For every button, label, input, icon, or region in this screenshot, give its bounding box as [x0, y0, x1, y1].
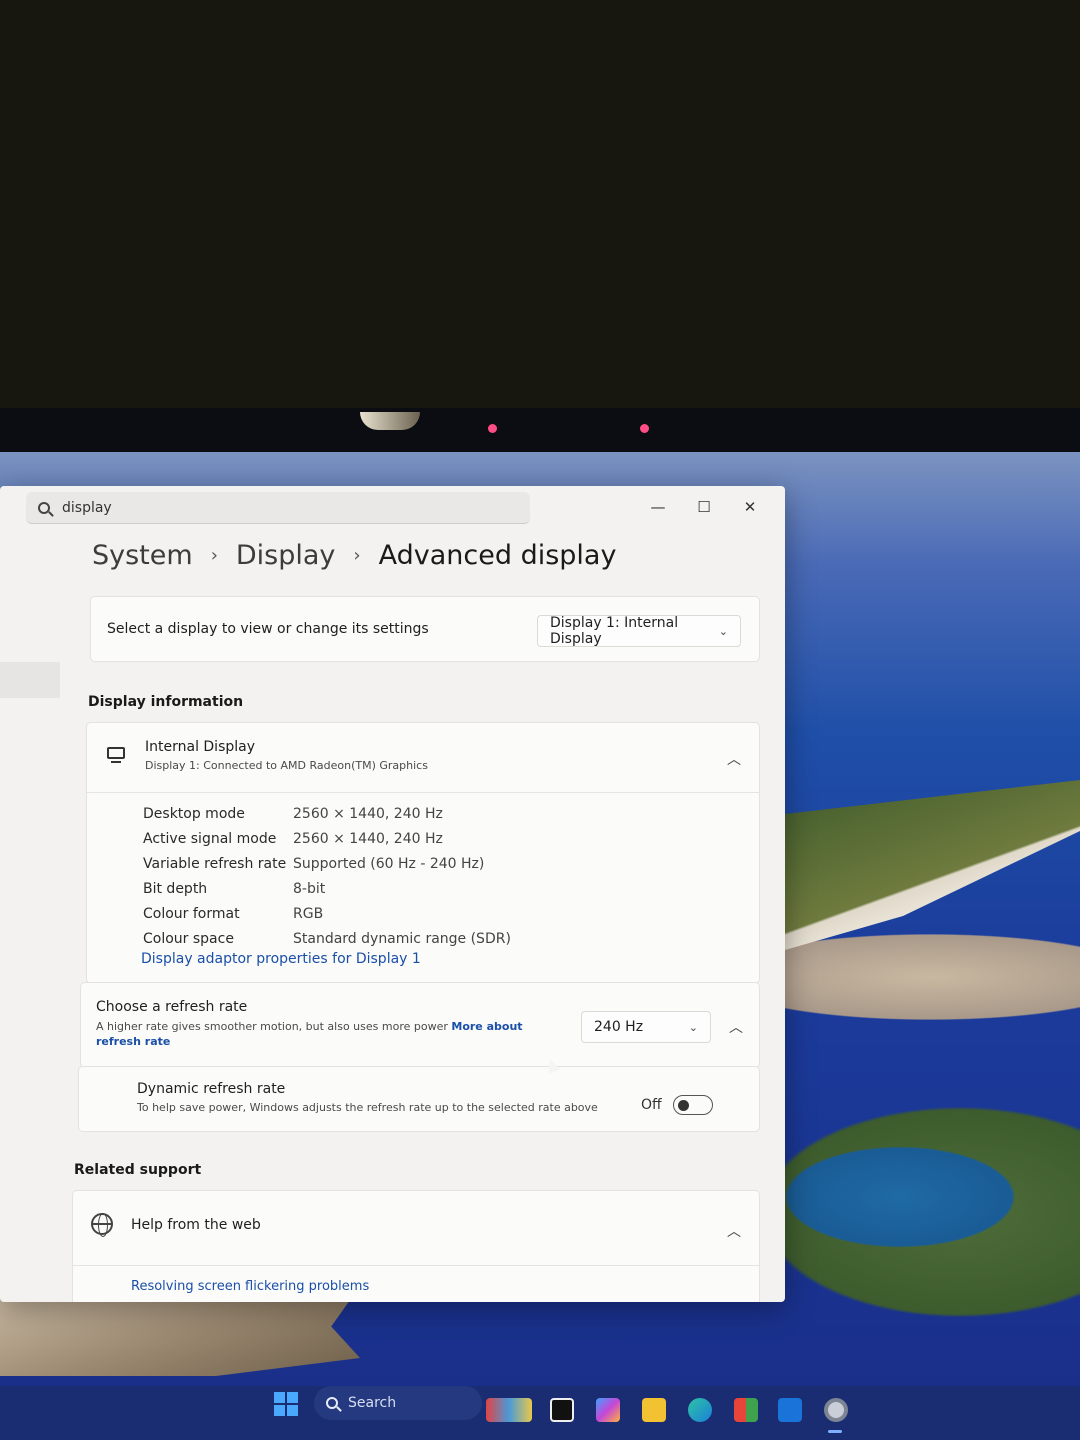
- active-app-indicator: [828, 1430, 842, 1433]
- monitor-icon: [107, 747, 125, 763]
- info-value: Standard dynamic range (SDR): [293, 930, 511, 947]
- monitor-bezel-top: [0, 0, 1080, 408]
- widgets-icon[interactable]: [486, 1398, 532, 1422]
- display-information-card: Internal Display Display 1: Connected to…: [86, 722, 760, 984]
- chevron-down-icon: ⌄: [718, 624, 728, 638]
- camera-indicator-light: [488, 424, 497, 433]
- nav-pane-highlight: [0, 662, 60, 698]
- info-key: Variable refresh rate: [143, 855, 287, 872]
- settings-icon[interactable]: [824, 1398, 848, 1422]
- info-key: Active signal mode: [143, 830, 277, 847]
- search-icon: [38, 501, 50, 514]
- display-name: Internal Display: [145, 739, 256, 755]
- start-icon[interactable]: [274, 1392, 298, 1416]
- chevron-up-icon[interactable]: ︿: [729, 1017, 743, 1037]
- display-information-rows: Desktop mode 2560 × 1440, 240 Hz Active …: [143, 801, 511, 951]
- display-select-value: Display 1: Internal Display: [550, 615, 679, 647]
- file-explorer-icon[interactable]: [642, 1398, 666, 1422]
- divider: [73, 1265, 759, 1266]
- info-value: Supported (60 Hz - 240 Hz): [293, 855, 485, 872]
- taskbar: Search: [0, 1386, 1080, 1440]
- taskbar-search[interactable]: Search: [314, 1386, 482, 1420]
- taskbar-search-label: Search: [348, 1395, 397, 1411]
- info-row: Bit depth 8-bit: [143, 876, 511, 901]
- info-key: Bit depth: [143, 880, 208, 897]
- display-information-heading: Display information: [88, 694, 244, 710]
- chevron-right-icon: ›: [210, 545, 218, 566]
- info-row: Colour space Standard dynamic range (SDR…: [143, 926, 511, 951]
- refresh-rate-description-block: A higher rate gives smoother motion, but…: [96, 1019, 566, 1049]
- breadcrumb: System › Display › Advanced display: [92, 540, 616, 571]
- settings-search-box[interactable]: display: [26, 492, 530, 524]
- search-icon: [326, 1397, 338, 1409]
- window-controls: — ☐ ✕: [635, 492, 773, 522]
- search-input[interactable]: display: [62, 500, 112, 516]
- chevron-right-icon: ›: [353, 545, 361, 566]
- dynamic-refresh-description: To help save power, Windows adjusts the …: [137, 1101, 598, 1114]
- select-display-label: Select a display to view or change its s…: [107, 621, 429, 637]
- info-value: 2560 × 1440, 240 Hz: [293, 805, 443, 822]
- edge-icon[interactable]: [688, 1398, 712, 1422]
- store-icon[interactable]: [734, 1398, 758, 1422]
- minimize-button[interactable]: —: [635, 492, 681, 522]
- related-support-heading: Related support: [74, 1162, 202, 1178]
- breadcrumb-system[interactable]: System: [92, 540, 193, 571]
- info-value: RGB: [293, 905, 324, 922]
- refresh-rate-card: Choose a refresh rate A higher rate give…: [80, 982, 760, 1068]
- dynamic-refresh-title: Dynamic refresh rate: [137, 1081, 286, 1097]
- display-adaptor-properties-link[interactable]: Display adaptor properties for Display 1: [141, 951, 421, 967]
- display-connection: Display 1: Connected to AMD Radeon(TM) G…: [145, 759, 428, 772]
- toggle-knob: [678, 1099, 689, 1111]
- dynamic-refresh-card: Dynamic refresh rate To help save power,…: [78, 1066, 760, 1132]
- display-information-header[interactable]: Internal Display Display 1: Connected to…: [87, 723, 759, 793]
- info-row: Variable refresh rate Supported (60 Hz -…: [143, 851, 511, 876]
- globe-icon: [91, 1213, 113, 1237]
- laptop-bezel: [0, 408, 1080, 454]
- select-display-card: Select a display to view or change its s…: [90, 596, 760, 662]
- info-value: 8-bit: [293, 880, 326, 897]
- dynamic-refresh-toggle[interactable]: [673, 1095, 713, 1115]
- chevron-down-icon: ⌄: [688, 1020, 698, 1034]
- help-from-web-title: Help from the web: [131, 1217, 261, 1233]
- info-row: Colour format RGB: [143, 901, 511, 926]
- info-value: 2560 × 1440, 240 Hz: [293, 830, 443, 847]
- info-key: Colour format: [143, 905, 240, 922]
- camera-indicator-light: [640, 424, 649, 433]
- refresh-rate-title: Choose a refresh rate: [96, 999, 248, 1015]
- page-title: Advanced display: [378, 540, 617, 571]
- dynamic-refresh-state: Off: [641, 1097, 662, 1113]
- info-key: Desktop mode: [143, 805, 245, 822]
- outlook-icon[interactable]: [778, 1398, 802, 1422]
- display-select-dropdown[interactable]: Display 1: Internal Display ⌄: [537, 615, 741, 647]
- help-from-web-card: Help from the web ︿ Resolving screen fli…: [72, 1190, 760, 1302]
- info-row: Desktop mode 2560 × 1440, 240 Hz: [143, 801, 511, 826]
- chevron-up-icon[interactable]: ︿: [727, 1221, 741, 1241]
- help-link[interactable]: Resolving screen flickering problems: [131, 1279, 369, 1294]
- chevron-up-icon[interactable]: ︿: [727, 749, 741, 769]
- bezel-reflection: [360, 412, 420, 430]
- refresh-rate-dropdown[interactable]: 240 Hz ⌄: [581, 1011, 711, 1043]
- info-key: Colour space: [143, 930, 234, 947]
- close-button[interactable]: ✕: [727, 492, 773, 522]
- refresh-rate-description: A higher rate gives smoother motion, but…: [96, 1020, 448, 1033]
- m365-icon[interactable]: [596, 1398, 620, 1422]
- refresh-rate-value: 240 Hz: [594, 1019, 644, 1035]
- task-view-icon[interactable]: [550, 1398, 574, 1422]
- info-row: Active signal mode 2560 × 1440, 240 Hz: [143, 826, 511, 851]
- breadcrumb-display[interactable]: Display: [236, 540, 336, 571]
- settings-window: display — ☐ ✕ System › Display › Advance…: [0, 486, 785, 1302]
- maximize-button[interactable]: ☐: [681, 492, 727, 522]
